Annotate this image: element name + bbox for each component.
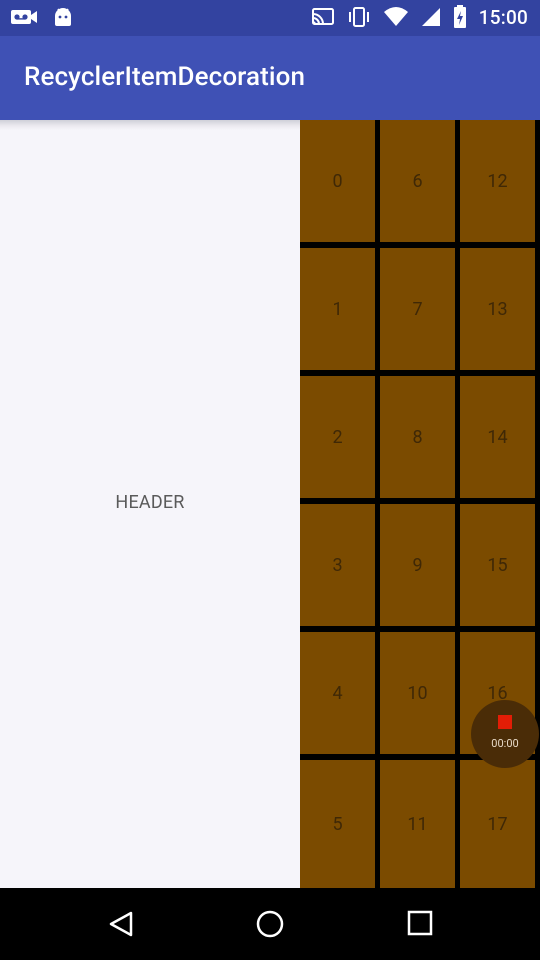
back-icon[interactable] [107, 910, 135, 942]
recycler-grid[interactable]: 0 1 2 3 4 5 6 7 8 9 10 11 12 13 14 15 16 17 [300, 120, 540, 888]
header-label: HEADER [115, 492, 185, 513]
grid-item[interactable]: 3 [300, 504, 375, 626]
grid-item-label: 9 [412, 554, 423, 576]
grid-item[interactable]: 5 [300, 760, 375, 888]
header-item[interactable]: HEADER [0, 120, 300, 888]
grid-item-label: 15 [487, 554, 508, 576]
grid-item[interactable]: 14 [460, 376, 535, 498]
clock: 15:00 [478, 5, 528, 29]
signal-icon [421, 6, 441, 28]
grid-item[interactable]: 0 [300, 120, 375, 242]
grid-item-label: 1 [332, 298, 343, 320]
battery-charging-icon [453, 5, 467, 29]
grid-item[interactable]: 12 [460, 120, 535, 242]
grid-item[interactable]: 15 [460, 504, 535, 626]
grid-item[interactable]: 9 [380, 504, 455, 626]
app-bar: RecyclerItemDecoration [0, 36, 540, 120]
grid-item[interactable]: 8 [380, 376, 455, 498]
stop-icon [498, 715, 512, 729]
grid-item-label: 17 [487, 813, 508, 835]
android-icon [52, 6, 74, 28]
grid-item[interactable]: 13 [460, 248, 535, 370]
home-icon[interactable] [255, 910, 285, 944]
grid-item[interactable]: 2 [300, 376, 375, 498]
grid-item-label: 7 [412, 298, 423, 320]
grid-item-label: 2 [332, 426, 343, 448]
grid-item-label: 0 [332, 170, 343, 192]
recorder-time: 00:00 [491, 737, 519, 750]
navigation-bar [0, 888, 540, 960]
grid-item[interactable]: 17 [460, 760, 535, 888]
grid-item-label: 10 [407, 682, 428, 704]
recents-icon[interactable] [407, 910, 433, 940]
grid-item-label: 6 [412, 170, 423, 192]
grid-item-label: 8 [412, 426, 423, 448]
grid-item-label: 5 [332, 813, 343, 835]
wifi-icon [383, 6, 409, 28]
app-title: RecyclerItemDecoration [24, 62, 306, 92]
grid-item-label: 4 [332, 682, 343, 704]
grid-item-label: 11 [407, 813, 428, 835]
vibrate-icon [347, 6, 371, 28]
grid-item-label: 13 [487, 298, 508, 320]
status-bar: 15:00 [0, 0, 540, 36]
grid-item[interactable]: 10 [380, 632, 455, 754]
grid-item[interactable]: 7 [380, 248, 455, 370]
grid-item-label: 12 [487, 170, 508, 192]
grid-item[interactable]: 4 [300, 632, 375, 754]
grid-item-label: 3 [332, 554, 343, 576]
grid-item-label: 14 [487, 426, 508, 448]
screen-recorder-button[interactable]: 00:00 [471, 700, 539, 768]
voicemail-icon [10, 8, 38, 26]
cast-icon [311, 6, 335, 28]
grid-item[interactable]: 6 [380, 120, 455, 242]
grid-item[interactable]: 11 [380, 760, 455, 888]
grid-item[interactable]: 1 [300, 248, 375, 370]
